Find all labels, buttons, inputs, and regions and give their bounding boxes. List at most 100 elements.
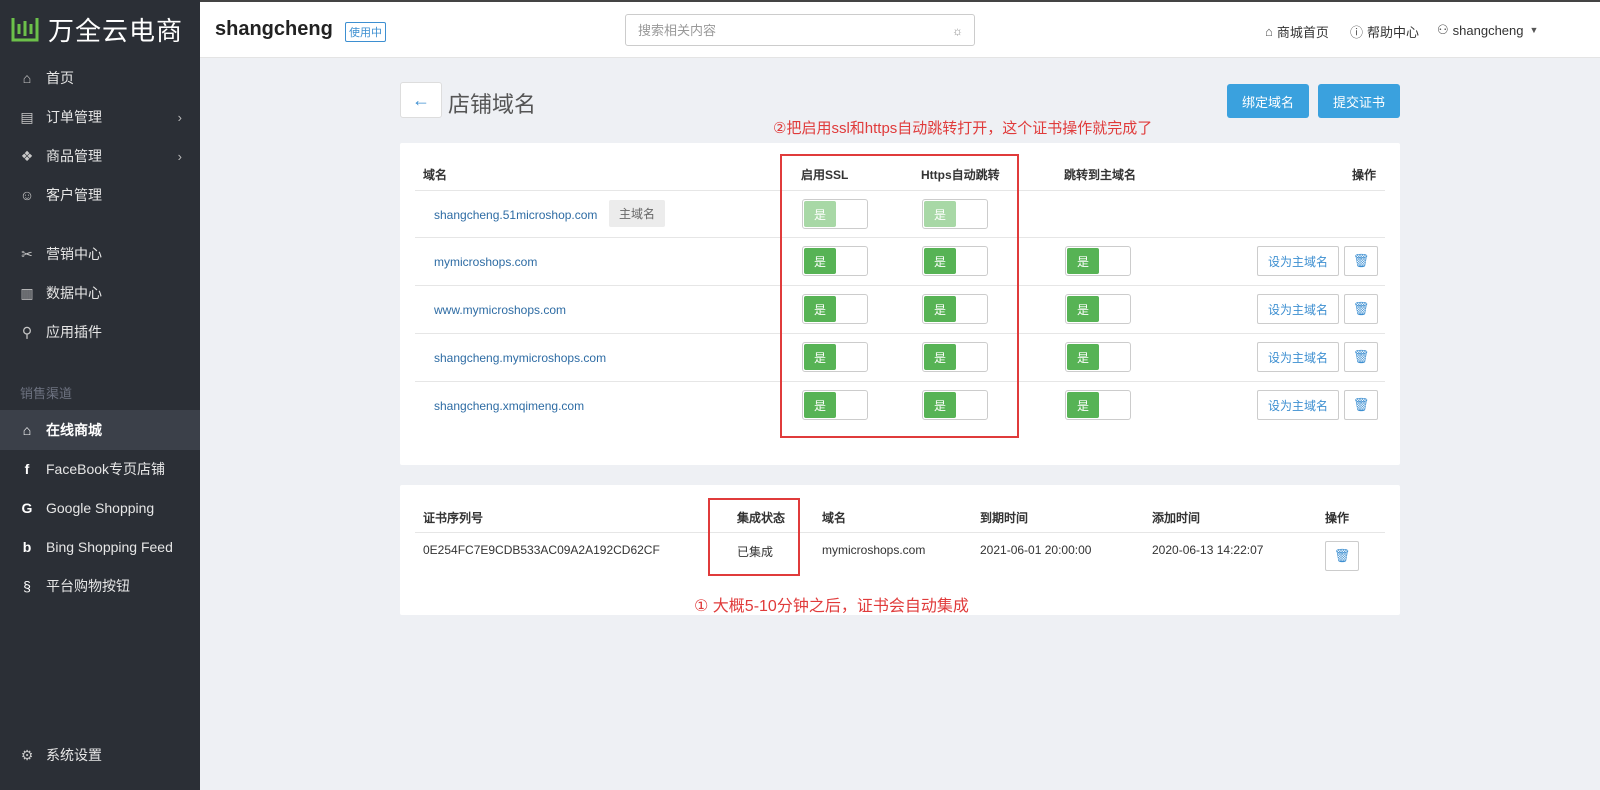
help-icon: ⓘ xyxy=(1350,25,1364,40)
sidebar: 万全云电商 ⌂ 首页 ▤ 订单管理 › ❖ 商品管理 › ☺ 客户管理 ✂ 营销… xyxy=(0,0,200,790)
sidebar-item-label: 平台购物按钮 xyxy=(46,578,130,594)
sidebar-section-label: 销售渠道 xyxy=(20,386,73,401)
annotation-bottom: ① 大概5-10分钟之后，证书会自动集成 xyxy=(694,598,969,615)
delete-button[interactable]: 🗑 xyxy=(1344,246,1378,276)
submit-cert-button[interactable]: 提交证书 xyxy=(1318,84,1400,118)
sidebar-item-online-store[interactable]: ⌂ 在线商城 xyxy=(0,410,200,450)
logo-text: 万全云电商 xyxy=(48,15,184,46)
redirect-toggle[interactable]: 是 xyxy=(1065,246,1131,276)
redirect-toggle[interactable]: 是 xyxy=(1065,294,1131,324)
store-icon: ⌂ xyxy=(22,422,32,438)
sidebar-item-products[interactable]: ❖ 商品管理 › xyxy=(0,136,200,176)
search-icon[interactable]: ☼ xyxy=(952,24,963,38)
trash-icon: 🗑 xyxy=(1352,301,1370,316)
sidebar-item-label: 在线商城 xyxy=(46,422,102,438)
gear-icon: ⚙ xyxy=(20,746,34,763)
status-badge: 使用中 xyxy=(345,22,386,42)
facebook-icon: f xyxy=(24,461,30,477)
help-center-label: 帮助中心 xyxy=(1367,25,1420,40)
toggle-label: 是 xyxy=(1067,392,1099,418)
col-added-header: 添加时间 xyxy=(1152,511,1201,525)
trash-icon: 🗑 xyxy=(1352,349,1370,364)
sidebar-item-plugins[interactable]: ⚲ 应用插件 xyxy=(0,312,200,352)
sidebar-item-label: FaceBook专页店铺 xyxy=(46,461,166,477)
data-icon: ▥ xyxy=(20,284,34,301)
domain-link[interactable]: mymicroshops.com xyxy=(434,255,537,269)
redirect-toggle[interactable]: 是 xyxy=(1065,390,1131,420)
top-bar: shangcheng 使用中 ☼ ⌂ 商城首页 ⓘ 帮助中心 ⚇ shangch… xyxy=(200,0,1600,58)
sidebar-item-label: Bing Shopping Feed xyxy=(46,539,173,555)
col-domain-header: 域名 xyxy=(423,168,448,182)
col-redirect-header: 跳转到主域名 xyxy=(1064,168,1137,182)
arrow-left-icon: ← xyxy=(412,89,430,110)
trash-icon: 🗑 xyxy=(1352,253,1370,268)
primary-domain-tag: 主域名 xyxy=(609,200,666,227)
col-expires-header: 到期时间 xyxy=(980,511,1029,525)
set-primary-button[interactable]: 设为主域名 xyxy=(1257,342,1339,372)
product-icon: ❖ xyxy=(20,147,34,164)
caret-down-icon: ▼ xyxy=(1529,25,1539,35)
sidebar-item-bing[interactable]: b Bing Shopping Feed xyxy=(0,527,200,567)
shop-name: shangcheng xyxy=(215,18,333,40)
highlight-box xyxy=(780,154,1019,438)
chevron-right-icon: › xyxy=(177,109,182,125)
home-icon: ⌂ xyxy=(22,70,32,86)
set-primary-button[interactable]: 设为主域名 xyxy=(1257,390,1339,420)
toggle-label: 是 xyxy=(1067,248,1099,274)
domain-link[interactable]: www.mymicroshops.com xyxy=(434,303,566,317)
sidebar-item-orders[interactable]: ▤ 订单管理 › xyxy=(0,97,200,137)
sidebar-item-customers[interactable]: ☺ 客户管理 xyxy=(0,175,200,215)
highlight-box xyxy=(708,498,800,576)
sidebar-item-settings[interactable]: ⚙ 系统设置 xyxy=(0,735,200,775)
sidebar-item-google[interactable]: G Google Shopping xyxy=(0,488,200,528)
home-icon: ⌂ xyxy=(1265,24,1273,39)
buy-button-icon: § xyxy=(23,578,31,594)
bind-domain-button[interactable]: 绑定域名 xyxy=(1227,84,1309,118)
sidebar-item-label: 系统设置 xyxy=(46,747,102,763)
sidebar-item-data[interactable]: ▥ 数据中心 xyxy=(0,273,200,313)
sidebar-item-marketing[interactable]: ✂ 营销中心 xyxy=(0,234,200,274)
set-primary-button[interactable]: 设为主域名 xyxy=(1257,246,1339,276)
sidebar-item-label: 商品管理 xyxy=(46,148,102,164)
toggle-label: 是 xyxy=(1067,296,1099,322)
help-center-link[interactable]: ⓘ 帮助中心 xyxy=(1350,22,1419,41)
delete-button[interactable]: 🗑 xyxy=(1344,390,1378,420)
sidebar-item-buy-button[interactable]: § 平台购物按钮 xyxy=(0,566,200,606)
trash-icon: 🗑 xyxy=(1333,548,1351,563)
redirect-toggle[interactable]: 是 xyxy=(1065,342,1131,372)
delete-button[interactable]: 🗑 xyxy=(1344,342,1378,372)
domain-link[interactable]: shangcheng.mymicroshops.com xyxy=(434,351,606,365)
order-icon: ▤ xyxy=(20,108,34,125)
user-name: shangcheng xyxy=(1452,22,1524,38)
chevron-right-icon: › xyxy=(177,148,182,164)
domain-link[interactable]: shangcheng.xmqimeng.com xyxy=(434,399,584,413)
col-cert-domain-header: 域名 xyxy=(822,511,847,525)
user-icon: ⚇ xyxy=(1437,22,1449,37)
delete-cert-button[interactable]: 🗑 xyxy=(1325,541,1359,571)
sidebar-item-facebook[interactable]: f FaceBook专页店铺 xyxy=(0,449,200,489)
sidebar-item-home[interactable]: ⌂ 首页 xyxy=(0,58,200,98)
search-input[interactable] xyxy=(625,14,975,46)
col-serial-header: 证书序列号 xyxy=(423,511,484,525)
col-cert-actions-header: 操作 xyxy=(1325,511,1350,525)
sidebar-item-label: 客户管理 xyxy=(46,187,102,203)
set-primary-button[interactable]: 设为主域名 xyxy=(1257,294,1339,324)
col-actions-header: 操作 xyxy=(1352,168,1377,182)
logo-icon xyxy=(11,18,39,42)
logo[interactable]: 万全云电商 xyxy=(0,0,200,58)
sidebar-item-label: 应用插件 xyxy=(46,324,102,340)
plugin-icon: ⚲ xyxy=(21,323,33,340)
bing-icon: b xyxy=(22,539,32,555)
domain-link[interactable]: shangcheng.51microshop.com xyxy=(434,208,597,222)
customer-icon: ☺ xyxy=(19,187,35,203)
cert-domain: mymicroshops.com xyxy=(822,543,926,557)
store-home-link[interactable]: ⌂ 商城首页 xyxy=(1265,22,1329,41)
delete-button[interactable]: 🗑 xyxy=(1344,294,1378,324)
page-title: 店铺域名 xyxy=(448,92,537,117)
back-button[interactable]: ← xyxy=(400,82,442,118)
user-menu[interactable]: ⚇ shangcheng ▼ xyxy=(1437,22,1538,38)
cert-expires: 2021-06-01 20:00:00 xyxy=(980,543,1092,557)
cert-added: 2020-06-13 14:22:07 xyxy=(1152,543,1264,557)
sidebar-item-label: Google Shopping xyxy=(46,500,155,516)
sidebar-item-label: 首页 xyxy=(46,70,74,86)
